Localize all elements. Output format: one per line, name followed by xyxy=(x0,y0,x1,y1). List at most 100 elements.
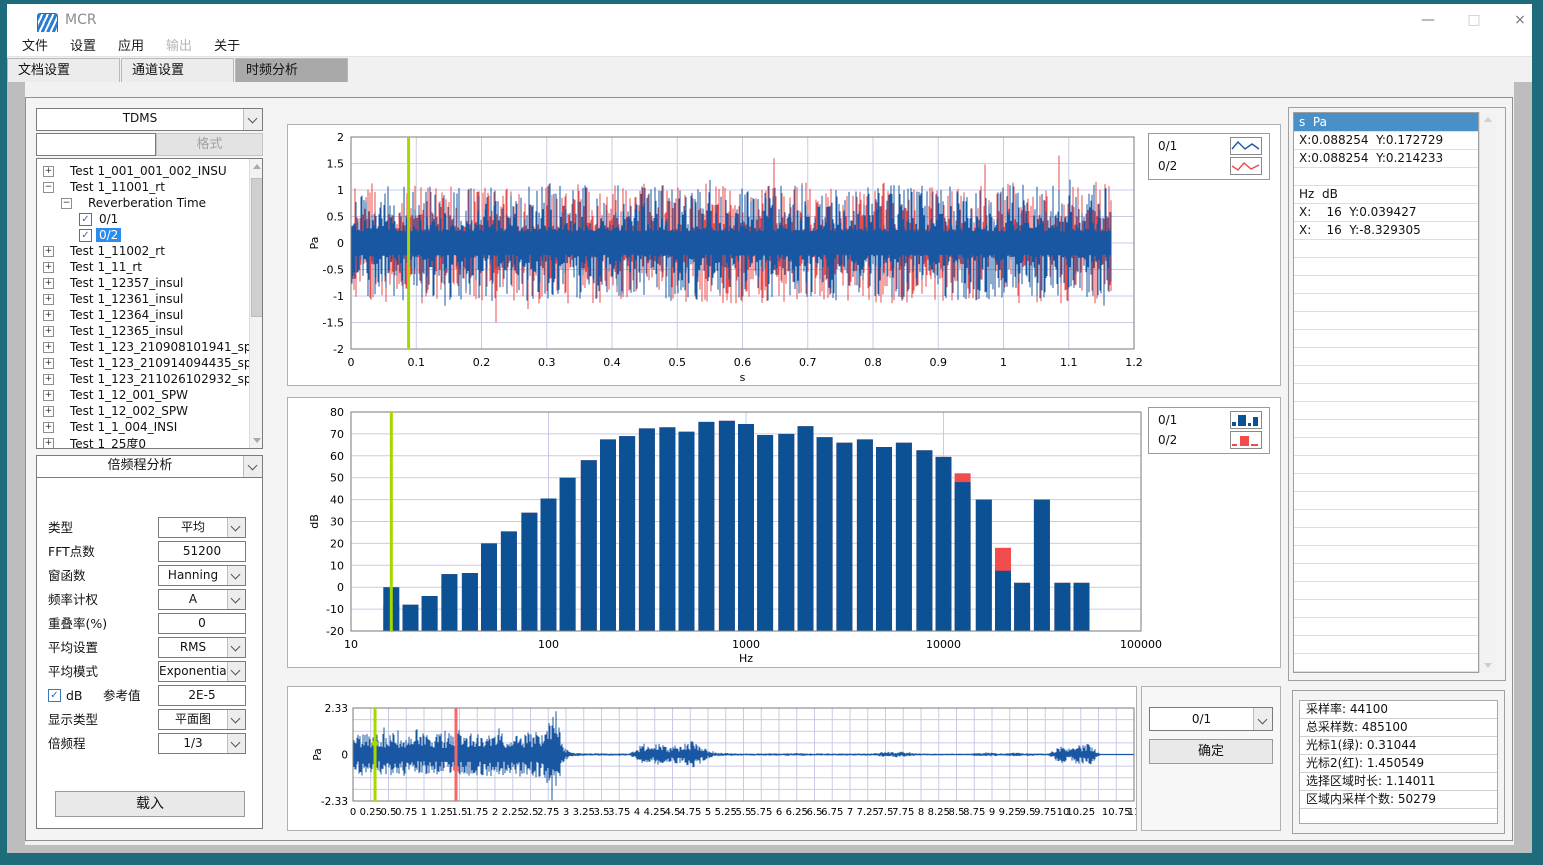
chevron-down-icon[interactable] xyxy=(227,734,245,753)
expand-icon[interactable]: + xyxy=(43,310,54,321)
format-button[interactable]: 格式 xyxy=(156,133,263,156)
chevron-down-icon[interactable] xyxy=(227,566,245,585)
menu-item-3[interactable]: 输出 xyxy=(166,35,192,54)
chevron-down-icon[interactable] xyxy=(227,590,245,609)
tab-1[interactable]: 通道设置 xyxy=(121,58,234,82)
tree-scrollbar[interactable] xyxy=(249,159,263,448)
channel-select[interactable]: 0/1 xyxy=(1149,707,1273,731)
tree-item-6[interactable]: +Test 1_11_rt xyxy=(37,259,245,275)
readout-row-empty xyxy=(1294,528,1478,546)
tree-item-12[interactable]: +Test 1_123_210914094435_spw xyxy=(37,355,245,371)
window-inner-band-left xyxy=(7,82,25,853)
field-select-9[interactable]: 1/3 xyxy=(158,733,246,754)
maximize-button[interactable]: □ xyxy=(1458,9,1490,32)
readout-row-2[interactable]: X:0.088254 Y:0.214233 xyxy=(1294,150,1478,168)
confirm-button[interactable]: 确定 xyxy=(1149,739,1273,764)
tree-item-17[interactable]: +Test 1_25度0 xyxy=(37,435,245,449)
svg-text:3.25: 3.25 xyxy=(573,807,595,818)
scroll-down-icon[interactable] xyxy=(250,433,263,448)
load-button[interactable]: 载入 xyxy=(55,791,245,817)
readout-row-1[interactable]: X:0.088254 Y:0.172729 xyxy=(1294,132,1478,150)
readout-row-0[interactable]: s Pa xyxy=(1294,113,1478,132)
tree-item-14[interactable]: +Test 1_12_001_SPW xyxy=(37,387,245,403)
scroll-up-icon[interactable] xyxy=(250,159,263,174)
tree-scrollbar-thumb[interactable] xyxy=(251,178,263,317)
expand-icon[interactable]: + xyxy=(43,358,54,369)
minimize-button[interactable]: — xyxy=(1412,9,1444,32)
field-select-2[interactable]: Hanning xyxy=(158,565,246,586)
expand-icon[interactable]: + xyxy=(43,262,54,273)
tree-item-11[interactable]: +Test 1_123_210908101941_spw xyxy=(37,339,245,355)
tree-item-9[interactable]: +Test 1_12364_insul xyxy=(37,307,245,323)
tree-item-7[interactable]: +Test 1_12357_insul xyxy=(37,275,245,291)
menu-item-2[interactable]: 应用 xyxy=(118,35,144,54)
field-input-4[interactable]: 0 xyxy=(158,613,246,634)
expand-icon[interactable]: + xyxy=(43,422,54,433)
svg-text:9.25: 9.25 xyxy=(999,807,1021,818)
expand-icon[interactable]: + xyxy=(43,326,54,337)
tree-item-3[interactable]: ✓0/1 xyxy=(37,211,245,227)
svg-text:4.5: 4.5 xyxy=(665,807,681,818)
scroll-down-icon[interactable] xyxy=(1480,658,1496,673)
channel-checkbox[interactable]: ✓ xyxy=(79,213,92,226)
field-input-7[interactable]: 2E-5 xyxy=(158,685,246,706)
tab-2[interactable]: 时频分析 xyxy=(235,58,348,82)
channel-checkbox[interactable]: ✓ xyxy=(79,229,92,242)
filter-input[interactable] xyxy=(36,133,156,156)
tree-item-13[interactable]: +Test 1_123_211026102932_spw xyxy=(37,371,245,387)
expand-icon[interactable]: + xyxy=(43,374,54,385)
tree-item-16[interactable]: +Test 1_1_004_INSI xyxy=(37,419,245,435)
svg-text:1: 1 xyxy=(337,184,344,197)
menu-item-1[interactable]: 设置 xyxy=(70,35,96,54)
tab-0[interactable]: 文档设置 xyxy=(7,58,120,82)
tree-item-10[interactable]: +Test 1_12365_insul xyxy=(37,323,245,339)
tree-item-1[interactable]: −Test 1_11001_rt xyxy=(37,179,245,195)
chevron-down-icon[interactable] xyxy=(243,456,262,477)
readout-row-4[interactable]: Hz dB xyxy=(1294,186,1478,204)
menu-item-0[interactable]: 文件 xyxy=(22,35,48,54)
readout-row-6[interactable]: X: 16 Y:-8.329305 xyxy=(1294,222,1478,240)
chevron-down-icon[interactable] xyxy=(243,109,262,130)
scroll-up-icon[interactable] xyxy=(1480,112,1496,127)
expand-icon[interactable]: + xyxy=(43,166,54,177)
expand-icon[interactable]: + xyxy=(43,438,54,449)
expand-icon[interactable]: + xyxy=(43,390,54,401)
tree-item-0[interactable]: +Test 1_001_001_002_INSU xyxy=(37,163,245,179)
menu-item-4[interactable]: 关于 xyxy=(214,35,240,54)
close-button[interactable]: × xyxy=(1504,9,1536,32)
db-checkbox[interactable]: ✓ xyxy=(48,689,61,702)
tree-item-2[interactable]: −Reverberation Time xyxy=(37,195,245,211)
expand-icon[interactable]: + xyxy=(43,246,54,257)
chevron-down-icon[interactable] xyxy=(1253,708,1272,730)
field-select-3[interactable]: A xyxy=(158,589,246,610)
readout-row-5[interactable]: X: 16 Y:0.039427 xyxy=(1294,204,1478,222)
svg-text:dB: dB xyxy=(308,514,321,529)
window-inner-band-right xyxy=(1514,82,1532,853)
field-input-1[interactable]: 51200 xyxy=(158,541,246,562)
svg-text:7.75: 7.75 xyxy=(892,807,914,818)
readout-scrollbar[interactable] xyxy=(1479,112,1496,673)
tree-item-5[interactable]: +Test 1_11002_rt xyxy=(37,243,245,259)
expand-icon[interactable]: + xyxy=(43,294,54,305)
field-select-8[interactable]: 平面图 xyxy=(158,709,246,730)
field-select-5[interactable]: RMS xyxy=(158,637,246,658)
collapse-icon[interactable]: − xyxy=(43,182,54,193)
readout-row-3[interactable] xyxy=(1294,168,1478,186)
tree-item-8[interactable]: +Test 1_12361_insul xyxy=(37,291,245,307)
chevron-down-icon[interactable] xyxy=(227,518,245,537)
expand-icon[interactable]: + xyxy=(43,406,54,417)
analysis-type-select[interactable]: 倍频程分析 xyxy=(36,455,263,478)
expand-icon[interactable]: + xyxy=(43,278,54,289)
collapse-icon[interactable]: − xyxy=(61,198,72,209)
expand-icon[interactable]: + xyxy=(43,342,54,353)
chevron-down-icon[interactable] xyxy=(227,662,245,681)
svg-text:10: 10 xyxy=(330,559,344,572)
tree-item-15[interactable]: +Test 1_12_002_SPW xyxy=(37,403,245,419)
field-select-6[interactable]: Exponential xyxy=(158,661,246,682)
field-select-0[interactable]: 平均 xyxy=(158,517,246,538)
file-format-select[interactable]: TDMS xyxy=(36,108,263,131)
chevron-down-icon[interactable] xyxy=(227,638,245,657)
window-frame-left xyxy=(0,0,7,865)
tree-item-4[interactable]: ✓0/2 xyxy=(37,227,245,243)
chevron-down-icon[interactable] xyxy=(227,710,245,729)
